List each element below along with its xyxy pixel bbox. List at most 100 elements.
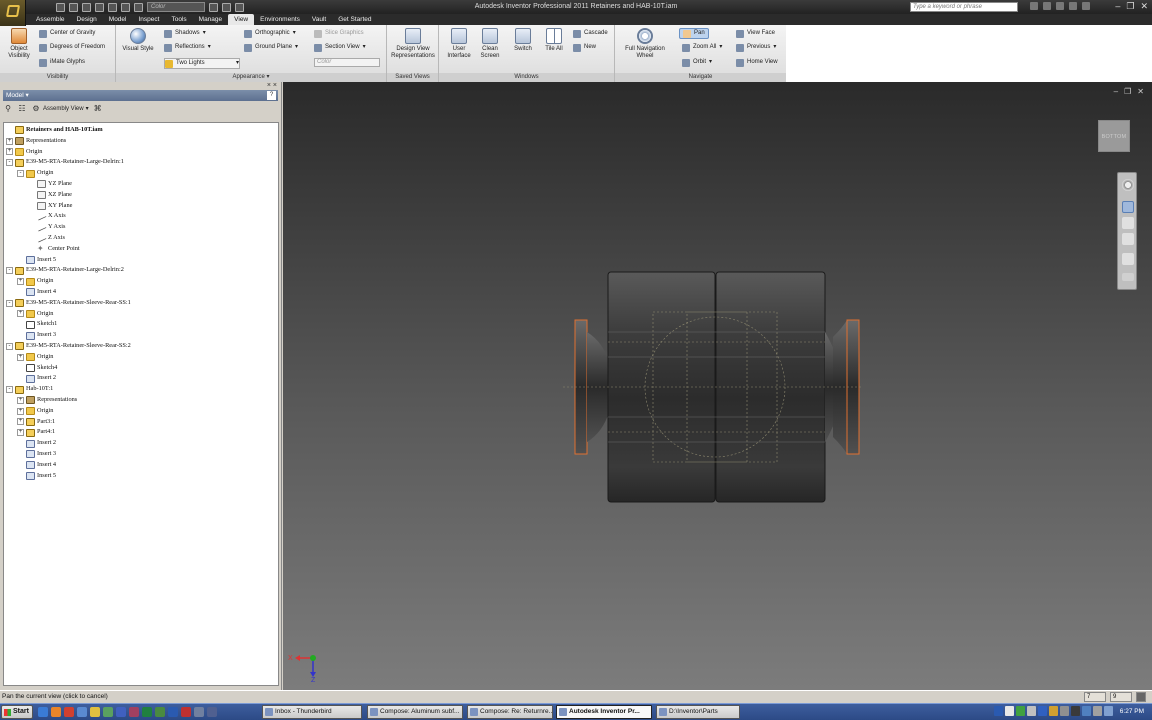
tree-node[interactable]: XY Plane: [28, 201, 72, 212]
ground-plane-button[interactable]: Ground Plane ▾: [244, 43, 298, 52]
collapse-icon[interactable]: -: [6, 159, 13, 167]
tree-node[interactable]: + Representations: [6, 136, 66, 147]
tray-icon-8[interactable]: [1071, 706, 1080, 716]
tree-node[interactable]: Insert 5: [17, 255, 56, 266]
tree-node[interactable]: + Part4:1: [17, 427, 55, 438]
assembly-view-dropdown[interactable]: ⚙ Assembly View ▾: [31, 104, 88, 114]
tree-node[interactable]: - Hab-10T:1: [6, 384, 53, 395]
steering-wheel-icon[interactable]: [1122, 179, 1134, 191]
close-icon[interactable]: ✕: [1140, 1, 1148, 12]
switch-button[interactable]: Switch: [509, 28, 537, 53]
tree-node[interactable]: Insert 3: [17, 330, 56, 341]
tree-view-icon[interactable]: ☷: [17, 104, 27, 114]
expand-icon[interactable]: +: [17, 310, 24, 318]
folder-icon[interactable]: [90, 707, 100, 717]
firefox-icon[interactable]: [51, 707, 61, 717]
app-icon-8[interactable]: [194, 707, 204, 717]
app-icon-9[interactable]: [207, 707, 217, 717]
tab-design[interactable]: Design: [71, 14, 103, 25]
tray-icon-2[interactable]: [1005, 706, 1014, 716]
find-binoculars-icon[interactable]: ⌘: [93, 104, 103, 114]
collapse-icon[interactable]: -: [6, 386, 13, 394]
app-icon-7[interactable]: [181, 707, 191, 717]
browser-help-icon[interactable]: ?: [267, 91, 276, 100]
word-icon[interactable]: [168, 707, 178, 717]
tree-node[interactable]: + Origin: [17, 309, 53, 320]
tree-node[interactable]: Y Axis: [28, 222, 65, 233]
favorites-icon[interactable]: [1069, 2, 1077, 10]
app-icon-4[interactable]: [116, 707, 126, 717]
graphics-window[interactable]: – ❐ ✕ BOTTOM X Z: [283, 82, 1152, 690]
expand-icon[interactable]: +: [6, 148, 13, 156]
expand-icon[interactable]: +: [17, 278, 24, 286]
browser-header[interactable]: Model ▾ ?: [3, 90, 278, 101]
app-icon-2[interactable]: [77, 707, 87, 717]
tab-manage[interactable]: Manage: [193, 14, 229, 25]
tray-icon-9[interactable]: [1082, 706, 1091, 716]
ie-icon[interactable]: [38, 707, 48, 717]
design-view-representations-button[interactable]: Design View Representations: [389, 28, 437, 60]
browser-grip[interactable]: × ×: [0, 82, 281, 90]
tray-icon-4[interactable]: [1027, 706, 1036, 716]
lighting-dropdown[interactable]: Two Lights ▾: [164, 58, 240, 69]
tree-node[interactable]: - E39-M5-RTA-Retainer-Sleeve-Rear-SS:2: [6, 341, 131, 352]
tree-node[interactable]: XZ Plane: [28, 190, 72, 201]
new-window-button[interactable]: New: [573, 43, 596, 52]
tree-node[interactable]: Insert 3: [17, 449, 56, 460]
tree-node[interactable]: Center Point: [28, 244, 80, 255]
app-icon-1[interactable]: [64, 707, 74, 717]
viewcube[interactable]: BOTTOM: [1098, 120, 1130, 152]
restore-icon[interactable]: ❐: [1126, 1, 1134, 12]
expand-icon[interactable]: +: [17, 429, 24, 437]
tray-icon-3[interactable]: [1016, 706, 1025, 716]
communication-icon[interactable]: [1056, 2, 1064, 10]
tree-node[interactable]: + Origin: [6, 147, 42, 158]
orthographic-button[interactable]: Orthographic ▾: [244, 29, 296, 38]
tree-node[interactable]: YZ Plane: [28, 179, 72, 190]
vp-minimize-icon[interactable]: –: [1114, 87, 1118, 96]
filter-icon[interactable]: ⚲: [3, 104, 13, 114]
tree-node[interactable]: + Origin: [17, 352, 53, 363]
full-navigation-wheel-button[interactable]: Full Navigation Wheel: [619, 28, 671, 60]
tree-node[interactable]: - E39-M5-RTA-Retainer-Large-Delrin:2: [6, 265, 124, 276]
pan-nav-icon[interactable]: [1122, 201, 1134, 213]
start-button[interactable]: Start: [1, 705, 33, 719]
previous-view-button[interactable]: Previous ▾: [736, 43, 776, 52]
degrees-of-freedom-button[interactable]: Degrees of Freedom: [39, 43, 105, 52]
taskbar-button[interactable]: Compose: Aluminum subf...: [367, 705, 463, 719]
tree-node[interactable]: + Part3:1: [17, 417, 55, 428]
tree-node[interactable]: - E39-M5-RTA-Retainer-Sleeve-Rear-SS:1: [6, 298, 131, 309]
taskbar-button[interactable]: D:\Inventor\Parts: [656, 705, 740, 719]
tree-node[interactable]: + Representations: [17, 395, 77, 406]
tray-icon-1[interactable]: [994, 706, 1003, 716]
volume-icon[interactable]: [1093, 706, 1102, 716]
tab-inspect[interactable]: Inspect: [133, 14, 166, 25]
tray-icon-6[interactable]: [1049, 706, 1058, 716]
tab-tools[interactable]: Tools: [165, 14, 192, 25]
collapse-icon[interactable]: -: [6, 299, 13, 307]
app-icon-5[interactable]: [129, 707, 139, 717]
taskbar-button[interactable]: Compose: Re: Returnre...: [467, 705, 553, 719]
tray-icon-5[interactable]: [1038, 706, 1047, 716]
tree-node[interactable]: Insert 2: [17, 438, 56, 449]
tree-node[interactable]: - Origin: [17, 168, 53, 179]
taskbar-button[interactable]: Autodesk Inventor Pr...: [556, 705, 652, 719]
tree-node[interactable]: X Axis: [28, 211, 66, 222]
cascade-button[interactable]: Cascade: [573, 29, 608, 38]
tray-icon-7[interactable]: [1060, 706, 1069, 716]
tab-view[interactable]: View: [228, 14, 255, 25]
expand-icon[interactable]: +: [6, 137, 13, 145]
tree-node[interactable]: Insert 4: [17, 287, 56, 298]
taskbar-button[interactable]: Inbox - Thunderbird: [262, 705, 362, 719]
tree-node[interactable]: Insert 5: [17, 471, 56, 482]
section-view-button[interactable]: Section View ▾: [314, 43, 366, 52]
subscription-icon[interactable]: [1043, 2, 1051, 10]
application-menu-button[interactable]: [0, 0, 26, 26]
vp-close-icon[interactable]: ✕: [1137, 87, 1144, 96]
minimize-icon[interactable]: –: [1115, 1, 1120, 12]
expand-icon[interactable]: +: [17, 396, 24, 404]
expand-icon[interactable]: +: [17, 407, 24, 415]
collapse-icon[interactable]: -: [17, 170, 24, 178]
tree-node[interactable]: - E39-M5-RTA-Retainer-Large-Delrin:1: [6, 157, 124, 168]
tab-get-started[interactable]: Get Started: [332, 14, 377, 25]
